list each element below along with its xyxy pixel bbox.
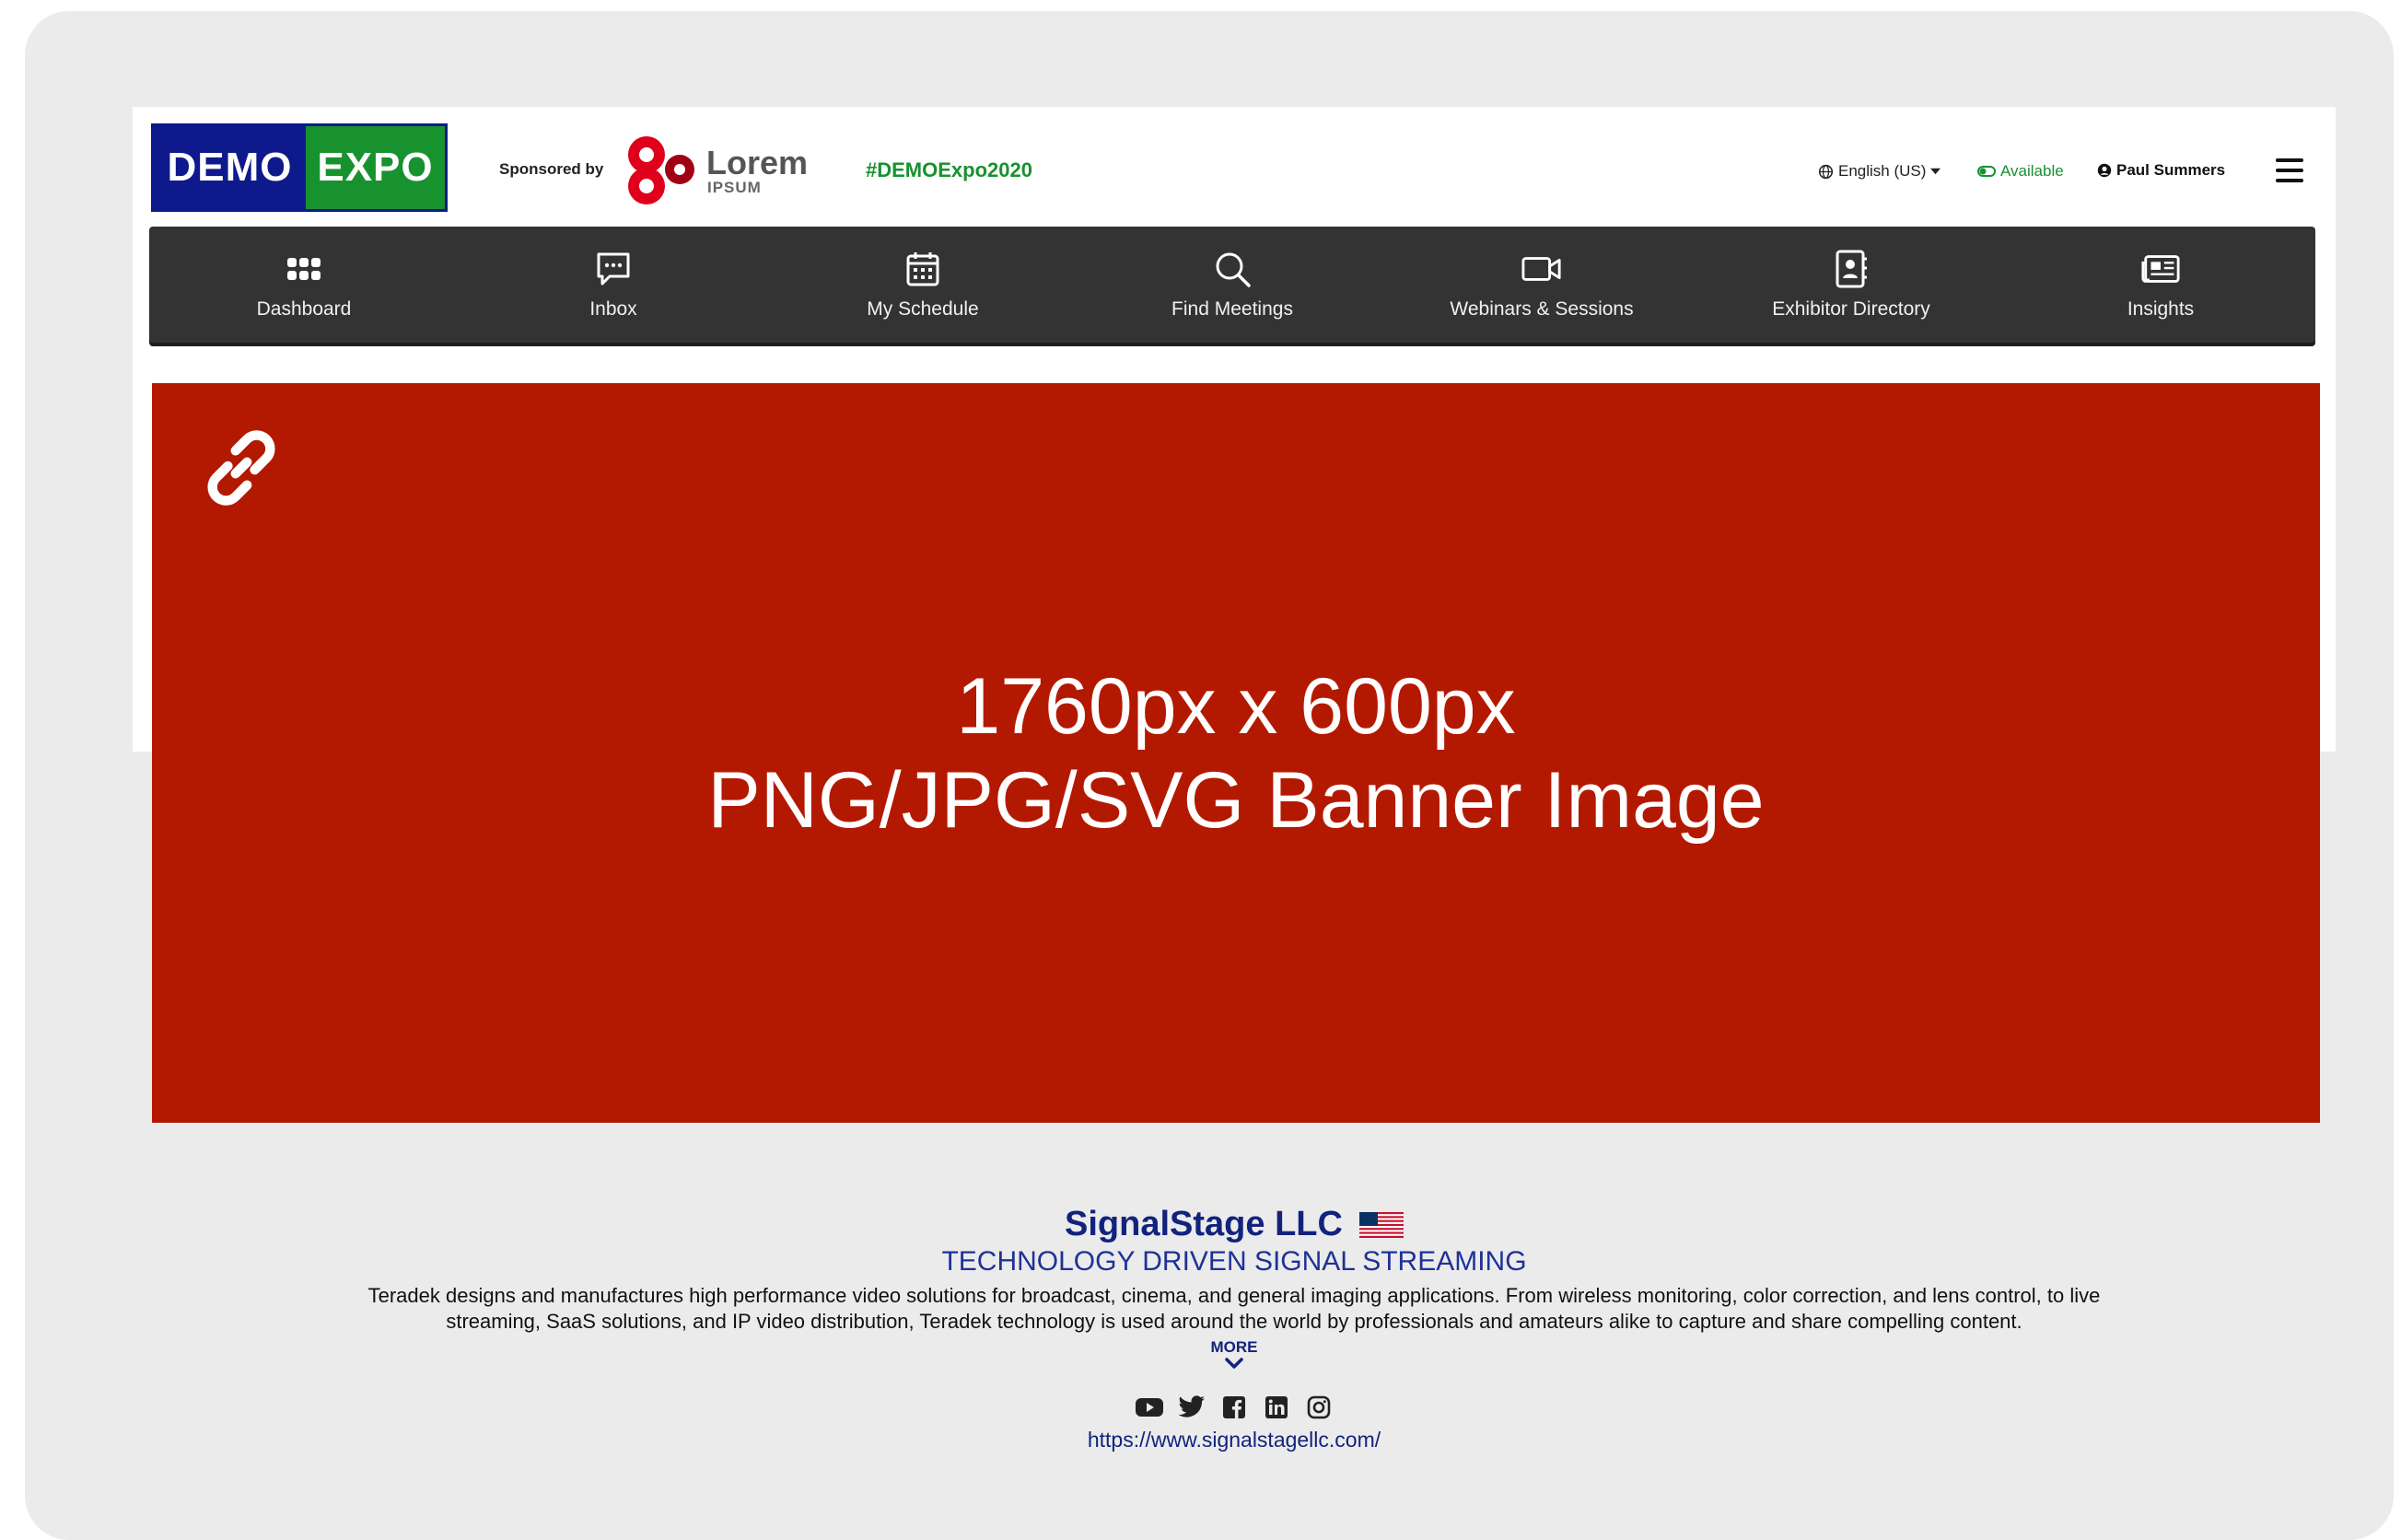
nav-label-webinars-sessions: Webinars & Sessions (1450, 298, 1634, 320)
video-camera-icon (1521, 249, 1562, 289)
banner-dimensions-text: 1760px x 600px (956, 662, 1516, 751)
nav-label-my-schedule: My Schedule (867, 298, 979, 320)
caret-down-icon (1930, 168, 1941, 175)
search-icon (1212, 249, 1253, 289)
contact-book-icon (1831, 249, 1871, 289)
nav-label-insights: Insights (2127, 298, 2195, 320)
social-links (133, 1393, 2336, 1422)
chevron-down-icon[interactable] (133, 1357, 2336, 1374)
newspaper-icon (2140, 249, 2181, 289)
company-name: SignalStage LLC (1065, 1205, 1343, 1243)
facebook-icon[interactable] (1219, 1393, 1249, 1422)
sponsored-by-label: Sponsored by (499, 160, 604, 178)
nav-item-exhibitor-directory[interactable]: Exhibitor Directory (1696, 227, 2006, 343)
calendar-icon (903, 249, 943, 289)
user-circle-icon (2097, 163, 2112, 178)
nav-label-exhibitor-directory: Exhibitor Directory (1772, 298, 1930, 320)
banner-format-text: PNG/JPG/SVG Banner Image (707, 756, 1765, 845)
nav-item-find-meetings[interactable]: Find Meetings (1078, 227, 1387, 343)
availability-label: Available (2000, 162, 2064, 180)
chat-icon (593, 249, 634, 289)
banner-image: 1760px x 600px PNG/JPG/SVG Banner Image (152, 383, 2320, 1123)
nav-item-my-schedule[interactable]: My Schedule (768, 227, 1078, 343)
nav-item-insights[interactable]: Insights (2006, 227, 2315, 343)
sponsor-name: Lorem (706, 144, 809, 181)
nav-item-webinars-sessions[interactable]: Webinars & Sessions (1387, 227, 1696, 343)
nav-label-inbox: Inbox (589, 298, 637, 320)
device-frame: DEMO EXPO Sponsored by Lorem IPSUM #DEMO… (25, 11, 2394, 1540)
hamburger-menu-icon[interactable] (2276, 158, 2303, 182)
more-button[interactable]: MORE (133, 1338, 2336, 1357)
nav-label-find-meetings: Find Meetings (1171, 298, 1293, 320)
user-name: Paul Summers (2116, 161, 2226, 179)
us-flag-icon (1358, 1211, 1404, 1238)
grid-icon (284, 249, 324, 289)
nav-item-inbox[interactable]: Inbox (459, 227, 768, 343)
company-info: SignalStage LLC TECHNOLOGY DRIVEN SIGNAL… (133, 1205, 2336, 1452)
event-hashtag[interactable]: #DEMOExpo2020 (866, 158, 1032, 182)
link-icon[interactable] (193, 420, 289, 516)
page: DEMO EXPO Sponsored by Lorem IPSUM #DEMO… (133, 107, 2336, 1477)
availability-toggle[interactable]: Available (1977, 162, 2064, 181)
company-tagline: TECHNOLOGY DRIVEN SIGNAL STREAMING (941, 1246, 1527, 1277)
nav-item-dashboard[interactable]: Dashboard (149, 227, 459, 343)
main-navigation: Dashboard Inbox My Schedule Find Meeting… (149, 227, 2315, 343)
twitter-icon[interactable] (1177, 1393, 1206, 1422)
youtube-icon[interactable] (1135, 1393, 1164, 1422)
globe-icon (1818, 164, 1834, 179)
language-selector[interactable]: English (US) (1818, 162, 1941, 181)
company-description: Teradek designs and manufactures high pe… (367, 1284, 2101, 1333)
language-label: English (US) (1838, 162, 1927, 180)
sponsor-subtitle: IPSUM (707, 179, 762, 196)
linkedin-icon[interactable] (1262, 1393, 1291, 1422)
logo-left-text: DEMO (154, 126, 306, 209)
logo-right-text: EXPO (306, 126, 445, 209)
company-name-row: SignalStage LLC (1065, 1205, 1404, 1244)
company-website-link[interactable]: https://www.signalstagellc.com/ (133, 1428, 2336, 1452)
instagram-icon[interactable] (1304, 1393, 1334, 1422)
toggle-icon (1977, 166, 1996, 177)
nav-label-dashboard: Dashboard (256, 298, 352, 320)
demo-expo-logo[interactable]: DEMO EXPO (151, 123, 448, 212)
user-menu[interactable]: Paul Summers (2097, 161, 2225, 180)
